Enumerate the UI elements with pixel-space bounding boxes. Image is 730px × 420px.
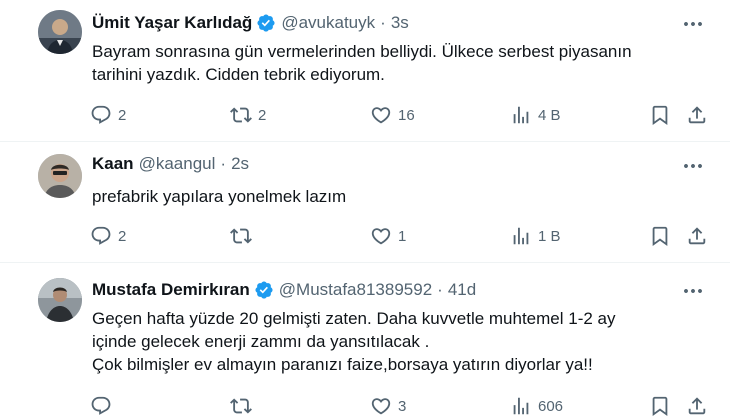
views-button[interactable]: 606 xyxy=(510,395,563,417)
reply-button[interactable]: 2 xyxy=(90,104,126,126)
author-name[interactable]: Mustafa Demirkıran xyxy=(92,280,250,300)
tweet-time[interactable]: 41d xyxy=(448,280,476,300)
retweet-button[interactable] xyxy=(230,225,258,247)
action-bar: 3 606 xyxy=(90,395,715,419)
separator-dot: · xyxy=(220,154,227,173)
tweet-header: Kaan @kaangul · 2s xyxy=(92,154,249,174)
tweet-header: Ümit Yaşar Karlıdağ @avukatuyk · 3s xyxy=(92,13,409,33)
separator-dot: · xyxy=(437,280,443,299)
reply-icon xyxy=(91,396,111,415)
tweet-2[interactable]: Kaan @kaangul · 2s prefabrik yapılara yo… xyxy=(0,142,730,262)
views-button[interactable]: 1 B xyxy=(510,225,561,247)
avatar[interactable] xyxy=(38,278,82,322)
share-icon xyxy=(688,227,706,245)
retweet-button[interactable] xyxy=(230,395,258,417)
verified-badge-icon xyxy=(255,281,273,299)
bookmark-icon xyxy=(652,105,668,126)
author-handle[interactable]: @avukatuyk xyxy=(281,13,375,33)
bookmark-icon xyxy=(652,396,668,417)
tweet-text: prefabrik yapılara yonelmek lazım xyxy=(92,185,712,208)
more-icon[interactable] xyxy=(681,12,705,36)
reply-button[interactable]: 2 xyxy=(90,225,126,247)
like-count: 1 xyxy=(398,227,407,245)
like-icon xyxy=(371,398,391,415)
views-icon xyxy=(513,397,529,415)
bookmark-button[interactable] xyxy=(649,395,671,417)
tweet-text: Bayram sonrasına gün vermelerinden belli… xyxy=(92,40,712,86)
views-count: 1 B xyxy=(538,227,561,245)
reply-count: 2 xyxy=(118,106,127,124)
share-button[interactable] xyxy=(686,225,708,247)
tweet-3[interactable]: Mustafa Demirkıran @Mustafa81389592 · 41… xyxy=(0,263,730,420)
views-count: 606 xyxy=(538,397,564,415)
share-button[interactable] xyxy=(686,104,708,126)
share-icon xyxy=(688,106,706,124)
like-icon xyxy=(371,107,391,124)
tweet-text-line: Bayram sonrasına gün vermelerinden belli… xyxy=(92,42,632,61)
author-name[interactable]: Ümit Yaşar Karlıdağ xyxy=(92,13,252,33)
like-button[interactable]: 3 xyxy=(370,395,406,417)
tweet-text-line: tarihini yazdık. Cidden tebrik ediyorum. xyxy=(92,65,385,84)
tweet-text-line: Geçen hafta yüzde 20 gelmişti zaten. Dah… xyxy=(92,309,616,328)
reply-count: 2 xyxy=(118,227,127,245)
verified-badge-icon xyxy=(257,14,275,32)
retweet-count: 2 xyxy=(258,106,267,124)
avatar[interactable] xyxy=(38,10,82,54)
retweet-icon xyxy=(230,107,252,123)
more-icon[interactable] xyxy=(681,154,705,178)
tweet-text: Geçen hafta yüzde 20 gelmişti zaten. Dah… xyxy=(92,307,712,376)
views-icon xyxy=(513,106,529,124)
tweet-text-line: içinde gelecek enerji zammı da yansıtıla… xyxy=(92,332,430,351)
tweet-header: Mustafa Demirkıran @Mustafa81389592 · 41… xyxy=(92,280,476,300)
views-count: 4 B xyxy=(538,106,561,124)
tweet-time[interactable]: 3s xyxy=(391,13,409,33)
like-count: 3 xyxy=(398,397,407,415)
author-name[interactable]: Kaan xyxy=(92,154,134,174)
like-button[interactable]: 1 xyxy=(370,225,406,247)
like-count: 16 xyxy=(398,106,415,124)
bookmark-icon xyxy=(652,226,668,247)
reply-icon xyxy=(91,226,111,245)
action-bar: 2 1 1 B xyxy=(90,225,715,249)
like-icon xyxy=(371,228,391,245)
tweet-1[interactable]: Ümit Yaşar Karlıdağ @avukatuyk · 3s Bayr… xyxy=(0,0,730,141)
retweet-icon xyxy=(230,398,252,414)
tweet-text-line: Çok bilmişler ev almayın paranızı faize,… xyxy=(92,355,593,374)
tweet-time[interactable]: 2s xyxy=(231,154,249,174)
share-icon xyxy=(688,397,706,415)
bookmark-button[interactable] xyxy=(649,225,671,247)
like-button[interactable]: 16 xyxy=(370,104,415,126)
retweet-icon xyxy=(230,228,252,244)
retweet-button[interactable]: 2 xyxy=(230,104,266,126)
bookmark-button[interactable] xyxy=(649,104,671,126)
action-bar: 2 2 16 4 B xyxy=(90,104,715,128)
views-icon xyxy=(513,227,529,245)
avatar[interactable] xyxy=(38,154,82,198)
author-handle[interactable]: @kaangul xyxy=(139,154,216,174)
reply-button[interactable] xyxy=(90,395,118,417)
tweet-text-line: prefabrik yapılara yonelmek lazım xyxy=(92,187,347,206)
more-icon[interactable] xyxy=(681,279,705,303)
views-button[interactable]: 4 B xyxy=(510,104,561,126)
reply-icon xyxy=(91,105,111,124)
separator-dot: · xyxy=(380,13,386,32)
share-button[interactable] xyxy=(686,395,708,417)
author-handle[interactable]: @Mustafa81389592 xyxy=(279,280,432,300)
